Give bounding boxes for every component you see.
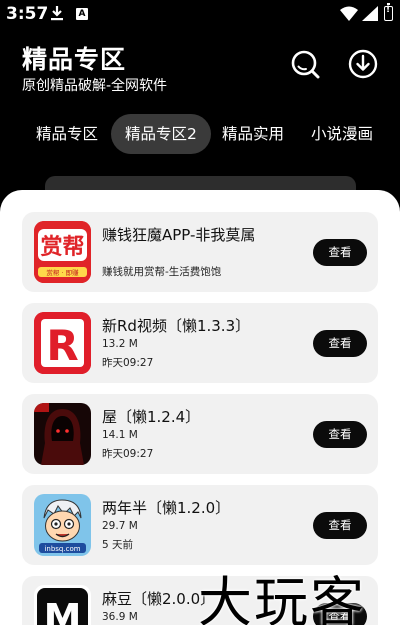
tab-novel-comic[interactable]: 小说漫画 [311, 114, 373, 154]
app-card[interactable]: 赏帮 赏帮 · 即赚 赚钱狂魔APP-非我莫属 赚钱就用赏帮-生活费饱饱 查看 [22, 212, 378, 292]
wifi-icon [340, 6, 358, 21]
cartoon-avatar-app-icon: inbsq.com [34, 494, 91, 556]
view-button[interactable]: 查看 [313, 239, 367, 266]
app-size: 29.7 M [102, 520, 138, 532]
search-icon[interactable] [290, 49, 320, 79]
r-letter: R [46, 321, 78, 370]
app-size: 36.9 M [102, 611, 138, 623]
app-card[interactable]: 屋〔懒1.2.4〕 14.1 M 昨天09:27 查看 [22, 394, 378, 474]
app-updated-time: 昨天09:27 [102, 448, 154, 460]
shangbang-icon-text: 赏帮 [40, 234, 84, 260]
tab-jingpin-shiyong[interactable]: 精品实用 [222, 114, 284, 154]
app-card[interactable]: R 新Rd视频〔懒1.3.3〕 13.2 M 昨天09:27 查看 [22, 303, 378, 383]
app-name: 屋〔懒1.2.4〕 [102, 408, 201, 426]
shangbang-icon-subtext: 赏帮 · 即赚 [46, 268, 79, 277]
app-updated-time: 5 天前 [102, 539, 134, 551]
status-bar: 3:57 A ! [0, 0, 400, 28]
tab-jingpin-2[interactable]: 精品专区2 [111, 114, 211, 154]
m-logo-app-icon: M [34, 585, 91, 625]
page-subtitle: 原创精品破解-全网软件 [22, 78, 168, 94]
category-tabs: 精品专区 精品专区2 精品实用 小说漫画 [22, 114, 400, 154]
view-button[interactable]: 查看 [313, 512, 367, 539]
app-name: 两年半〔懒1.2.0〕 [102, 499, 231, 517]
app-name: 新Rd视频〔懒1.3.3〕 [102, 317, 251, 335]
hooded-figure-app-icon [34, 403, 91, 465]
view-button[interactable]: 查看 [313, 330, 367, 357]
signal-icon [362, 6, 378, 21]
download-icon[interactable] [348, 49, 378, 79]
a-notification-icon: A [76, 8, 88, 20]
tab-jingpin[interactable]: 精品专区 [36, 114, 98, 154]
status-time: 3:57 [6, 4, 49, 24]
shangbang-app-icon: 赏帮 赏帮 · 即赚 [34, 221, 91, 283]
download-notification-icon [51, 6, 63, 21]
battery-icon: ! [384, 3, 393, 21]
inbsq-label: inbsq.com [44, 545, 80, 553]
app-card[interactable]: inbsq.com 两年半〔懒1.2.0〕 29.7 M 5 天前 查看 [22, 485, 378, 565]
app-size: 14.1 M [102, 429, 138, 441]
watermark-text: 大玩客 [198, 571, 366, 625]
red-r-app-icon: R [34, 312, 91, 374]
m-letter: M [44, 596, 82, 625]
app-size: 13.2 M [102, 338, 138, 350]
app-updated-time: 昨天09:27 [102, 357, 154, 369]
app-name: 赚钱狂魔APP-非我莫属 [102, 226, 256, 244]
view-button[interactable]: 查看 [313, 421, 367, 448]
app-description: 赚钱就用赏帮-生活费饱饱 [102, 266, 222, 278]
page-title: 精品专区 [22, 45, 127, 74]
